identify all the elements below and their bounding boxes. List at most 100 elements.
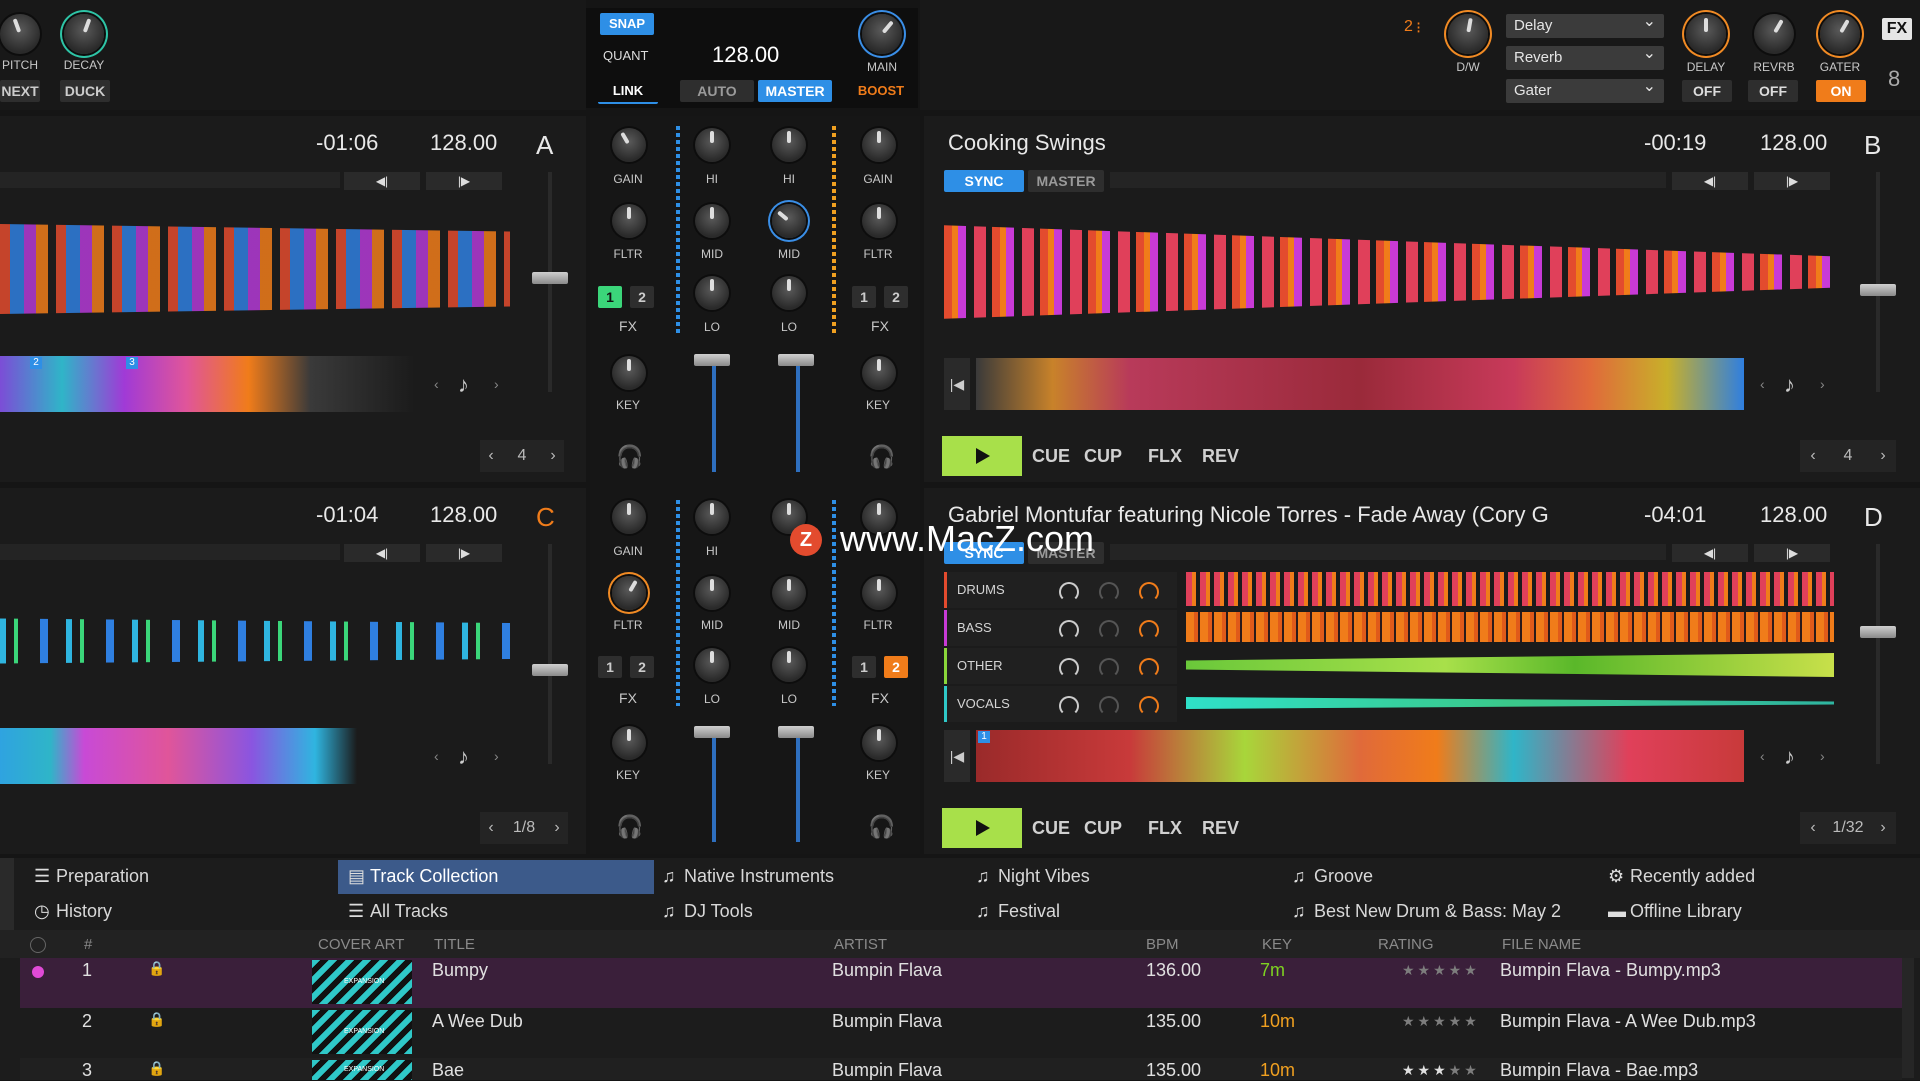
fx-select-1[interactable]: Delay: [1506, 10, 1664, 38]
col-cover-art[interactable]: COVER ART: [318, 936, 404, 953]
deck-d-prev-icon[interactable]: ‹: [1760, 748, 1765, 764]
ch-a-lo-knob[interactable]: [695, 276, 729, 310]
stem-other-filter-icon[interactable]: [1059, 658, 1079, 678]
fx-unit-menu-icon[interactable]: ⁝: [1416, 18, 1421, 38]
stem-drums-fx-icon[interactable]: [1099, 582, 1119, 602]
ch-d-volume-fader[interactable]: [778, 726, 814, 738]
deck-d-cue-button[interactable]: CUE: [1032, 818, 1070, 839]
ch-b-filter-knob[interactable]: [862, 204, 896, 238]
decay-knob[interactable]: [64, 14, 104, 54]
ch-a-fx2-button[interactable]: 2: [630, 286, 654, 308]
deck-b-return-icon[interactable]: |◀: [944, 358, 970, 410]
deck-d-beatjump-back[interactable]: ◀|: [1672, 544, 1748, 562]
ch-b-lo-knob[interactable]: [772, 276, 806, 310]
deck-b-rev-button[interactable]: REV: [1202, 446, 1239, 467]
deck-b-bpm[interactable]: 128.00: [1760, 130, 1827, 156]
delay-state-button[interactable]: OFF: [1682, 80, 1732, 102]
deck-b-keylock-icon[interactable]: ♪: [1784, 372, 1795, 398]
tab-preparation[interactable]: ☰ Preparation: [34, 866, 149, 887]
stem-vocals-filter-icon[interactable]: [1059, 696, 1079, 716]
ch-a-mid-knob[interactable]: [695, 204, 729, 238]
deck-a-keylock-icon[interactable]: ♪: [458, 372, 469, 398]
tab-track-collection[interactable]: ▤ Track Collection: [348, 866, 498, 887]
lock-icon[interactable]: 🔒: [148, 1011, 165, 1028]
deck-b-beatjump-forward[interactable]: |▶: [1754, 172, 1830, 190]
duck-button[interactable]: DUCK: [60, 80, 110, 102]
snap-button[interactable]: SNAP: [600, 13, 654, 35]
tab-native-instruments[interactable]: ♫ Native Instruments: [662, 866, 834, 887]
col-bpm[interactable]: BPM: [1146, 936, 1179, 953]
deck-b-cue-button[interactable]: CUE: [1032, 446, 1070, 467]
deck-d-beatjump-forward[interactable]: |▶: [1754, 544, 1830, 562]
deck-a-loop-inc[interactable]: ›: [542, 440, 564, 472]
link-button[interactable]: LINK: [598, 80, 658, 104]
ch-b-hi-knob[interactable]: [772, 128, 806, 162]
deck-d-cue-1[interactable]: 1: [978, 731, 990, 743]
ch-a-gain-knob[interactable]: [612, 128, 646, 162]
boost-button[interactable]: BOOST: [848, 80, 914, 102]
ch-b-gain-knob[interactable]: [862, 128, 896, 162]
auto-button[interactable]: AUTO: [680, 80, 754, 102]
deck-b-flx-button[interactable]: FLX: [1148, 446, 1182, 467]
ch-a-fx1-button[interactable]: 1: [598, 286, 622, 308]
reverb-state-button[interactable]: OFF: [1748, 80, 1798, 102]
deck-a-loop-dec[interactable]: ‹: [480, 440, 502, 472]
deck-c-tempo-fader[interactable]: [532, 664, 568, 676]
deck-d-next-icon[interactable]: ›: [1820, 748, 1825, 764]
pitch-knob[interactable]: [0, 14, 40, 54]
stem-drums[interactable]: DRUMS: [944, 572, 1177, 608]
deck-b-play-button[interactable]: [942, 436, 1022, 476]
stem-vocals-fx-icon[interactable]: [1099, 696, 1119, 716]
tab-recently-added[interactable]: ⚙ Recently added: [1608, 866, 1755, 887]
ch-b-headphone-icon[interactable]: 🎧: [868, 444, 895, 470]
browser-scrollbar[interactable]: [1902, 958, 1914, 1078]
stem-drums-waveform[interactable]: [1186, 572, 1834, 606]
gater-state-button[interactable]: ON: [1816, 80, 1866, 102]
ch-c-filter-knob[interactable]: [612, 576, 646, 610]
stem-other-fx-icon[interactable]: [1099, 658, 1119, 678]
deck-b-sync-button[interactable]: SYNC: [944, 170, 1024, 192]
deck-b-loop-dec[interactable]: ‹: [1800, 440, 1826, 472]
chain-icon[interactable]: 8: [1888, 66, 1900, 92]
deck-c-bpm[interactable]: 128.00: [430, 502, 497, 528]
deck-d-rev-button[interactable]: REV: [1202, 818, 1239, 839]
tab-best-new-drum-bass[interactable]: ♫ Best New Drum & Bass: May 2: [1292, 901, 1561, 922]
ch-b-key-knob[interactable]: [862, 356, 896, 390]
ch-a-headphone-icon[interactable]: 🎧: [616, 444, 643, 470]
stem-drums-filter-icon[interactable]: [1059, 582, 1079, 602]
stem-vocals[interactable]: VOCALS: [944, 686, 1177, 722]
deck-c-overview[interactable]: [0, 728, 420, 784]
dry-wet-knob[interactable]: [1448, 14, 1488, 54]
tab-night-vibes[interactable]: ♫ Night Vibes: [976, 866, 1090, 887]
ch-a-volume-fader[interactable]: [694, 354, 730, 366]
ch-d-filter-knob[interactable]: [862, 576, 896, 610]
master-bpm[interactable]: 128.00: [712, 42, 779, 68]
ch-b-fx2-button[interactable]: 2: [884, 286, 908, 308]
deck-a-bpm[interactable]: 128.00: [430, 130, 497, 156]
stem-vocals-volume-icon[interactable]: [1139, 696, 1159, 716]
deck-b-prev-icon[interactable]: ‹: [1760, 376, 1765, 392]
deck-d-flx-button[interactable]: FLX: [1148, 818, 1182, 839]
ch-b-volume-fader[interactable]: [778, 354, 814, 366]
tab-all-tracks[interactable]: ☰ All Tracks: [348, 901, 448, 922]
deck-d-bpm[interactable]: 128.00: [1760, 502, 1827, 528]
tab-offline-library[interactable]: ▬ Offline Library: [1608, 901, 1742, 922]
deck-a-next-icon[interactable]: ›: [494, 376, 499, 392]
ch-a-hi-knob[interactable]: [695, 128, 729, 162]
ch-c-fx2-button[interactable]: 2: [630, 656, 654, 678]
fx-panel-button[interactable]: FX: [1882, 18, 1912, 40]
col-title[interactable]: TITLE: [434, 936, 475, 953]
ch-c-hi-knob[interactable]: [695, 500, 729, 534]
deck-d-keylock-icon[interactable]: ♪: [1784, 744, 1795, 770]
tab-festival[interactable]: ♫ Festival: [976, 901, 1060, 922]
deck-d-loop-size[interactable]: 1/32: [1826, 812, 1870, 844]
deck-d-return-icon[interactable]: |◀: [944, 730, 970, 782]
deck-b-next-icon[interactable]: ›: [1820, 376, 1825, 392]
main-volume-knob[interactable]: [862, 14, 902, 54]
deck-c-beatjump-back[interactable]: ◀|: [344, 544, 420, 562]
stem-bass-filter-icon[interactable]: [1059, 620, 1079, 640]
deck-a-beatjump-back[interactable]: ◀|: [344, 172, 420, 190]
tab-groove[interactable]: ♫ Groove: [1292, 866, 1373, 887]
ch-d-key-knob[interactable]: [862, 726, 896, 760]
deck-b-master-button[interactable]: MASTER: [1028, 170, 1104, 192]
